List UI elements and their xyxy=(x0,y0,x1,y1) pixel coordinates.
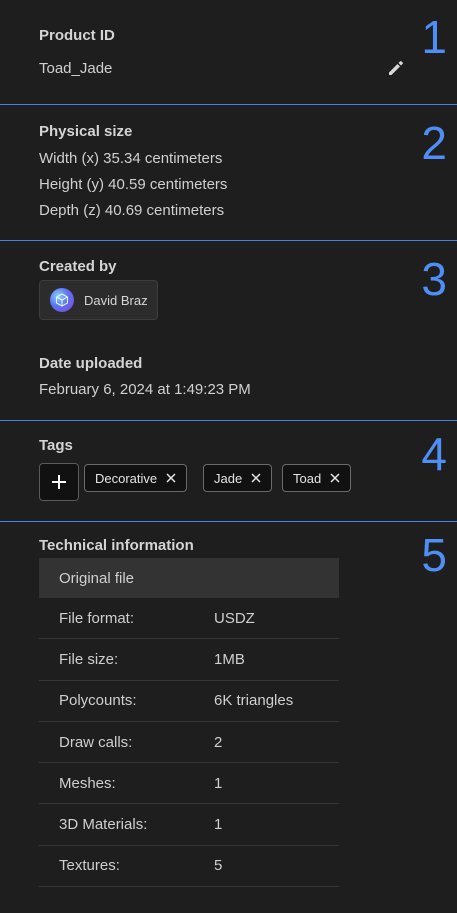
tag-jade: Jade xyxy=(203,464,273,492)
step-number-2: 2 xyxy=(421,117,447,169)
step-number-4: 4 xyxy=(421,428,447,480)
row-value: USDZ xyxy=(214,609,255,627)
row-value: 1MB xyxy=(214,650,245,668)
close-icon xyxy=(251,473,261,483)
step-number-1: 1 xyxy=(421,11,447,63)
row-key: 3D Materials: xyxy=(59,816,148,834)
row-key: Meshes: xyxy=(59,774,116,792)
depth-value: Depth (z) 40.69 centimeters xyxy=(39,202,225,219)
section-divider xyxy=(0,240,457,241)
row-value: 1 xyxy=(214,774,223,792)
section-divider xyxy=(0,104,457,105)
row-key: File format: xyxy=(59,609,135,627)
pencil-icon xyxy=(389,61,403,75)
tag-toad: Toad xyxy=(282,464,352,492)
table-row: Polycounts: 6K triangles xyxy=(39,681,339,722)
user-avatar xyxy=(50,288,74,312)
asset-details-panel: 1 Product ID Toad_Jade 2 Physical size W… xyxy=(0,0,457,913)
row-key: Textures: xyxy=(59,857,120,875)
row-value: 1 xyxy=(214,816,223,834)
add-tag-button[interactable] xyxy=(39,463,79,501)
date-uploaded-value: February 6, 2024 at 1:49:23 PM xyxy=(39,381,251,398)
row-key: Polycounts: xyxy=(59,692,137,710)
technical-info-heading: Technical information xyxy=(39,537,194,554)
section-divider xyxy=(0,521,457,522)
plus-icon xyxy=(52,475,66,489)
tag-label: Jade xyxy=(214,470,243,486)
row-value: 2 xyxy=(214,733,223,751)
tags-heading: Tags xyxy=(39,437,73,454)
tag-decorative: Decorative xyxy=(84,464,188,492)
table-row: Meshes: 1 xyxy=(39,763,339,805)
product-id-heading: Product ID xyxy=(39,27,115,44)
creator-name: David Braz xyxy=(84,292,148,308)
creator-chip[interactable]: David Braz xyxy=(39,280,158,320)
tag-label: Toad xyxy=(293,470,322,486)
height-value: Height (y) 40.59 centimeters xyxy=(39,176,228,193)
product-id-value: Toad_Jade xyxy=(39,60,113,77)
table-row: 3D Materials: 1 xyxy=(39,804,339,846)
table-row: Textures: 5 xyxy=(39,846,339,888)
remove-tag-button[interactable] xyxy=(330,473,340,483)
step-number-5: 5 xyxy=(421,529,447,581)
date-uploaded-heading: Date uploaded xyxy=(39,355,143,372)
table-row: Draw calls: 2 xyxy=(39,722,339,764)
edit-product-id-button[interactable] xyxy=(384,56,408,80)
row-value: 6K triangles xyxy=(214,692,294,710)
width-value: Width (x) 35.34 centimeters xyxy=(39,150,223,167)
close-icon xyxy=(166,473,176,483)
row-key: File size: xyxy=(59,650,119,668)
row-key: Draw calls: xyxy=(59,733,133,751)
physical-size-heading: Physical size xyxy=(39,123,133,140)
table-row: File format: USDZ xyxy=(39,598,339,640)
step-number-3: 3 xyxy=(421,253,447,305)
created-by-heading: Created by xyxy=(39,258,117,275)
remove-tag-button[interactable] xyxy=(251,473,261,483)
table-header: Original file xyxy=(39,558,339,598)
row-value: 5 xyxy=(214,857,223,875)
technical-info-table: Original file File format: USDZ File siz… xyxy=(39,558,339,888)
tag-label: Decorative xyxy=(95,470,158,486)
section-divider xyxy=(0,420,457,421)
remove-tag-button[interactable] xyxy=(166,473,176,483)
table-row: File size: 1MB xyxy=(39,639,339,681)
close-icon xyxy=(330,473,340,483)
